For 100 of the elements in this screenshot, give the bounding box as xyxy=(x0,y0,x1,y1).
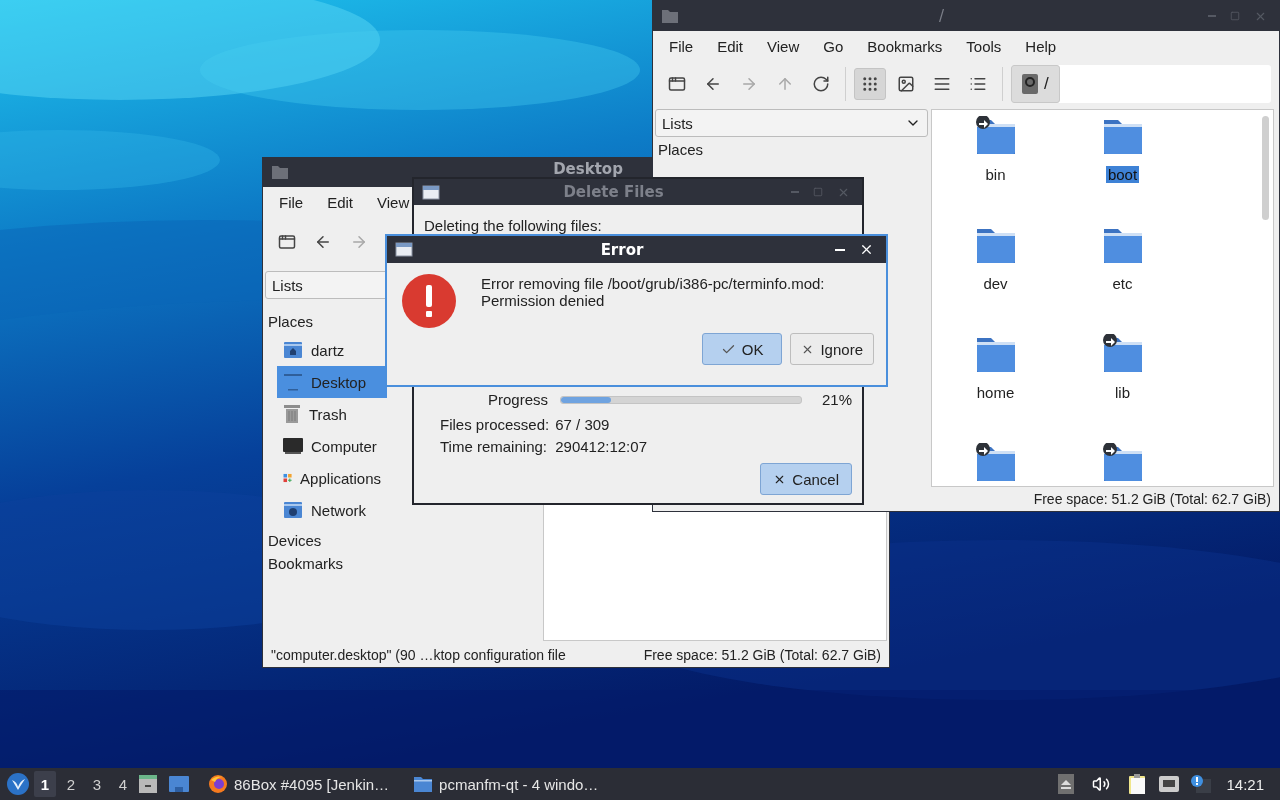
list-icon xyxy=(933,75,951,93)
menu-item[interactable]: Edit xyxy=(705,37,756,55)
folder[interactable]: etc xyxy=(1059,219,1186,328)
menu-item[interactable]: Bookmarks xyxy=(855,37,955,55)
show-desktop-icon[interactable] xyxy=(168,775,190,793)
workspace-button[interactable]: 1 xyxy=(34,771,56,797)
folder-link-icon xyxy=(974,443,1017,483)
task-button[interactable]: 86Box #4095 [Jenkin… xyxy=(204,770,400,798)
stat-label: Time remaining: xyxy=(440,438,548,455)
computer-icon xyxy=(283,437,303,455)
notification-icon[interactable] xyxy=(1190,774,1213,794)
folder-link-icon xyxy=(1101,443,1144,483)
network-folder-icon xyxy=(283,501,303,519)
forward-icon xyxy=(740,75,758,93)
workspace-button[interactable]: 4 xyxy=(112,771,134,797)
menu-item[interactable]: Help xyxy=(1013,37,1069,55)
folder[interactable]: home xyxy=(932,328,1059,437)
folder[interactable]: boot xyxy=(1059,110,1186,219)
folder-icon xyxy=(661,8,679,24)
sidebar-section: Bookmarks xyxy=(265,553,541,576)
folder-icon xyxy=(413,775,434,793)
folder-icon xyxy=(271,165,289,180)
folder[interactable]: bin xyxy=(932,110,1059,219)
sidebar-item[interactable]: dartz xyxy=(277,334,387,366)
workspace-button[interactable]: 3 xyxy=(86,771,108,797)
window-icon xyxy=(395,242,413,257)
clock: 14:21 xyxy=(1225,775,1265,793)
sidebar-section: Devices xyxy=(265,526,541,553)
status-text: "computer.desktop" (90 …ktop configuration file xyxy=(271,647,566,663)
workspace-button[interactable]: 2 xyxy=(60,771,82,797)
folder-link-icon xyxy=(974,116,1017,156)
sidebar-item[interactable]: Applications xyxy=(277,462,387,494)
ok-button[interactable]: OK xyxy=(701,333,783,365)
file-name: home xyxy=(975,384,1016,401)
path-segment[interactable]: / xyxy=(1044,74,1049,94)
sidebar-item[interactable]: Network xyxy=(277,494,387,526)
location-bar[interactable]: / xyxy=(1011,65,1271,103)
folder-link-icon xyxy=(1101,334,1144,374)
back-icon xyxy=(314,233,332,251)
error-message: Error removing file /boot/grub/i386-pc/terminfo.mod: Permission denied xyxy=(481,274,826,311)
window-title: / xyxy=(937,7,946,25)
app-menu-icon xyxy=(6,772,30,796)
task-button[interactable]: pcmanfm-qt - 4 windo… xyxy=(409,770,609,798)
cancel-button[interactable]: Cancel xyxy=(760,463,852,495)
status-text: Free space: 51.2 GiB (Total: 62.7 GiB) xyxy=(1033,491,1271,507)
stat-value: 290412:12:07 xyxy=(555,438,647,455)
network-icon[interactable] xyxy=(1158,775,1181,793)
dialog-text: Deleting the following files: xyxy=(424,217,603,234)
scrollbar[interactable] xyxy=(1262,116,1269,220)
sidebar-item[interactable]: Trash xyxy=(277,398,387,430)
window-icon xyxy=(422,184,440,200)
new-tab-icon xyxy=(668,75,686,93)
menu-item[interactable]: File xyxy=(267,193,316,211)
new-tab-icon xyxy=(278,233,296,251)
dialog-title: Error xyxy=(599,240,645,259)
menu-item[interactable]: File xyxy=(657,37,706,55)
folder[interactable]: lib xyxy=(1059,328,1186,437)
progress-label: Progress xyxy=(488,391,549,408)
maximize-icon xyxy=(813,187,823,197)
volume-icon[interactable] xyxy=(1092,775,1111,793)
reload-icon xyxy=(812,75,830,93)
close-icon xyxy=(859,242,874,257)
drive-icon xyxy=(1022,74,1038,94)
file-name: dev xyxy=(982,275,1009,292)
forward-icon xyxy=(350,233,368,251)
eject-icon[interactable] xyxy=(1058,774,1075,794)
menu-item[interactable]: Edit xyxy=(315,193,366,211)
trash-icon xyxy=(283,404,301,424)
up-icon xyxy=(776,75,794,93)
error-icon xyxy=(401,273,457,329)
stat-label: Files processed: xyxy=(440,416,550,433)
sidebar-section: Places xyxy=(265,309,541,334)
minimize-icon xyxy=(835,248,845,251)
browser-icon xyxy=(208,774,228,794)
dialog-title: Delete Files xyxy=(562,183,665,201)
file-cabinet-icon[interactable] xyxy=(138,774,158,794)
view-mode-button[interactable] xyxy=(854,68,886,100)
sidebar-section: Places xyxy=(655,137,928,162)
sidebar-item[interactable]: Computer xyxy=(277,430,387,462)
file-name: etc xyxy=(1111,275,1134,292)
file-name: boot xyxy=(1105,166,1140,183)
file-name: lib xyxy=(1114,384,1131,401)
menu-item[interactable]: View xyxy=(755,37,812,55)
menu-item[interactable]: Tools xyxy=(954,37,1014,55)
window-title: Desktop xyxy=(552,159,624,178)
back-icon xyxy=(704,75,722,93)
file-name: bin xyxy=(984,166,1007,183)
grid-view-icon xyxy=(861,75,879,93)
ignore-button[interactable]: Ignore xyxy=(790,333,874,365)
menu-item[interactable]: Go xyxy=(811,37,856,55)
status-text: Free space: 51.2 GiB (Total: 62.7 GiB) xyxy=(643,647,881,663)
image-icon xyxy=(897,75,915,93)
sidebar-item[interactable]: Desktop xyxy=(277,366,387,398)
maximize-icon xyxy=(1230,11,1240,21)
desktop-icon xyxy=(283,372,303,392)
detail-list-icon xyxy=(969,75,987,93)
folder[interactable]: dev xyxy=(932,219,1059,328)
minimize-icon xyxy=(791,191,799,193)
minimize-icon xyxy=(1208,15,1216,17)
list-selector[interactable]: Lists xyxy=(655,109,928,137)
